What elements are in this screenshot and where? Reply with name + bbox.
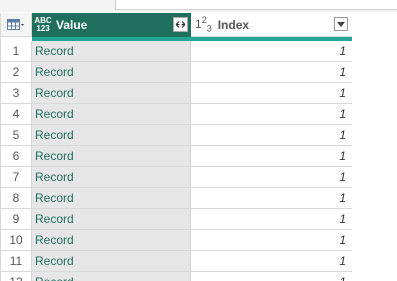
formula-bar[interactable] [115, 0, 397, 10]
data-type-any-icon[interactable]: ABC 123 [34, 17, 52, 33]
table-row: 10 Record 1 [1, 230, 352, 251]
cell-index[interactable]: 1 [191, 62, 352, 83]
grid-rows: 1 Record 1 2 Record 1 3 Record 1 4 Recor… [1, 41, 352, 281]
cell-value[interactable]: Record [32, 209, 191, 230]
chevron-down-icon [337, 21, 345, 27]
column-header-value[interactable]: ABC 123 Value [32, 13, 191, 37]
table-icon [7, 18, 24, 30]
column-label-value: Value [56, 18, 88, 32]
grid-header: ABC 123 Value 123 Index [1, 13, 352, 37]
cell-index[interactable]: 1 [191, 83, 352, 104]
table-row: 3 Record 1 [1, 83, 352, 104]
cell-index[interactable]: 1 [191, 272, 352, 281]
row-number[interactable]: 12 [1, 272, 32, 281]
cell-index[interactable]: 1 [191, 146, 352, 167]
table-row: 11 Record 1 [1, 251, 352, 272]
cell-value[interactable]: Record [32, 83, 191, 104]
row-number[interactable]: 4 [1, 104, 32, 125]
table-row: 8 Record 1 [1, 188, 352, 209]
column-header-index[interactable]: 123 Index [191, 13, 352, 37]
table-menu-button[interactable] [1, 13, 32, 37]
table-row: 5 Record 1 [1, 125, 352, 146]
cell-index[interactable]: 1 [191, 41, 352, 62]
cell-value[interactable]: Record [32, 167, 191, 188]
table-row: 2 Record 1 [1, 62, 352, 83]
table-row: 4 Record 1 [1, 104, 352, 125]
table-row: 9 Record 1 [1, 209, 352, 230]
cell-value[interactable]: Record [32, 62, 191, 83]
cell-index[interactable]: 1 [191, 230, 352, 251]
column-label-index: Index [217, 17, 250, 32]
data-grid: ABC 123 Value 123 Index 1 Record 1 2 Rec… [0, 13, 352, 281]
row-number[interactable]: 8 [1, 188, 32, 209]
cell-index[interactable]: 1 [191, 209, 352, 230]
expand-column-button[interactable] [173, 17, 188, 32]
row-number[interactable]: 1 [1, 41, 32, 62]
table-row: 1 Record 1 [1, 41, 352, 62]
cell-index[interactable]: 1 [191, 104, 352, 125]
cell-value[interactable]: Record [32, 125, 191, 146]
cell-value[interactable]: Record [32, 41, 191, 62]
cell-value[interactable]: Record [32, 272, 191, 281]
table-row: 12 Record 1 [1, 272, 352, 281]
filter-dropdown-button[interactable] [334, 17, 348, 31]
row-number[interactable]: 10 [1, 230, 32, 251]
row-number[interactable]: 2 [1, 62, 32, 83]
cell-index[interactable]: 1 [191, 167, 352, 188]
cell-value[interactable]: Record [32, 230, 191, 251]
cell-value[interactable]: Record [32, 146, 191, 167]
row-number[interactable]: 5 [1, 125, 32, 146]
cell-index[interactable]: 1 [191, 251, 352, 272]
cell-value[interactable]: Record [32, 251, 191, 272]
expand-arrows-icon [175, 21, 186, 28]
type-any-bottom: 123 [36, 24, 50, 33]
cell-value[interactable]: Record [32, 188, 191, 209]
row-number[interactable]: 3 [1, 83, 32, 104]
top-toolbar-strip [0, 0, 397, 12]
row-number[interactable]: 6 [1, 146, 32, 167]
cell-value[interactable]: Record [32, 104, 191, 125]
row-number[interactable]: 7 [1, 167, 32, 188]
data-type-number-icon[interactable]: 123 [195, 15, 212, 33]
table-row: 6 Record 1 [1, 146, 352, 167]
cell-index[interactable]: 1 [191, 188, 352, 209]
row-number[interactable]: 11 [1, 251, 32, 272]
cell-index[interactable]: 1 [191, 125, 352, 146]
row-number[interactable]: 9 [1, 209, 32, 230]
table-row: 7 Record 1 [1, 167, 352, 188]
